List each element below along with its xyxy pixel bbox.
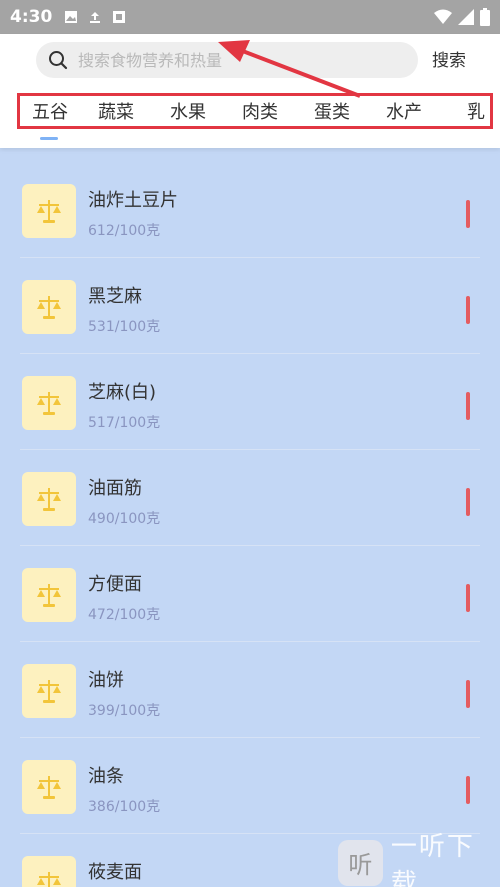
list-item[interactable]: 油炸土豆片 612/100克: [20, 162, 480, 258]
scale-icon: [22, 760, 76, 814]
tab-seafood[interactable]: 水产: [368, 98, 440, 124]
food-calories: 531/100克: [88, 319, 161, 335]
search-input[interactable]: [78, 50, 398, 70]
image-icon: [65, 11, 78, 23]
active-tab-indicator: [40, 137, 58, 140]
food-name: 油炸土豆片: [88, 190, 178, 211]
app-notification-icon: [113, 11, 126, 23]
watermark-text: 一听下载: [390, 831, 475, 887]
scale-icon: [22, 664, 76, 718]
food-name: 方便面: [88, 574, 142, 595]
food-calories: 517/100克: [88, 415, 161, 431]
tab-vegetables[interactable]: 蔬菜: [80, 98, 152, 124]
notification-icons: [64, 10, 126, 24]
food-calories: 386/100克: [88, 799, 161, 815]
calorie-bar: [466, 776, 470, 804]
tab-dairy[interactable]: 乳: [440, 98, 490, 124]
header: 搜索 五谷 蔬菜 水果 肉类 蛋类 水产 乳: [0, 34, 500, 148]
food-list: 油炸土豆片 612/100克 黑芝麻 531/100克 芝麻(白) 517/10…: [0, 162, 500, 887]
battery-icon: [480, 8, 490, 26]
scale-icon: [22, 472, 76, 526]
signal-icon: [458, 9, 474, 25]
scale-icon: [22, 376, 76, 430]
search-icon: [49, 51, 68, 70]
calorie-bar: [466, 200, 470, 228]
search-button[interactable]: 搜索: [432, 46, 466, 71]
upload-icon: [90, 12, 101, 23]
category-tabs: 五谷 蔬菜 水果 肉类 蛋类 水产 乳: [17, 93, 493, 129]
wifi-icon: [434, 9, 452, 24]
status-time: 4:30: [10, 7, 53, 27]
food-name: 黑芝麻: [88, 286, 142, 307]
status-bar: 4:30: [0, 0, 500, 34]
scale-icon: [22, 856, 76, 887]
calorie-bar: [466, 584, 470, 612]
calorie-bar: [466, 488, 470, 516]
watermark-logo: 听: [338, 839, 383, 886]
food-calories: 490/100克: [88, 511, 161, 527]
scale-icon: [22, 184, 76, 238]
list-item[interactable]: 黑芝麻 531/100克: [20, 258, 480, 354]
list-item[interactable]: 方便面 472/100克: [20, 546, 480, 642]
food-name: 芝麻(白): [88, 382, 157, 403]
calorie-bar: [466, 296, 470, 324]
calorie-bar: [466, 392, 470, 420]
food-calories: 612/100克: [88, 223, 161, 239]
calorie-bar: [466, 680, 470, 708]
watermark: 听 一听下载: [338, 832, 500, 887]
scale-icon: [22, 280, 76, 334]
search-box[interactable]: [36, 42, 418, 78]
tab-fruits[interactable]: 水果: [152, 98, 224, 124]
food-name: 油面筋: [88, 478, 142, 499]
list-item[interactable]: 油面筋 490/100克: [20, 450, 480, 546]
tab-eggs[interactable]: 蛋类: [296, 98, 368, 124]
food-name: 莜麦面: [88, 862, 142, 883]
food-calories: 472/100克: [88, 607, 161, 623]
food-name: 油条: [88, 766, 124, 787]
system-icons: [434, 8, 490, 26]
food-name: 油饼: [88, 670, 124, 691]
food-calories: 399/100克: [88, 703, 161, 719]
scale-icon: [22, 568, 76, 622]
list-item[interactable]: 油条 386/100克: [20, 738, 480, 834]
tab-grains[interactable]: 五谷: [20, 98, 80, 124]
list-item[interactable]: 油饼 399/100克: [20, 642, 480, 738]
tab-meat[interactable]: 肉类: [224, 98, 296, 124]
list-item[interactable]: 芝麻(白) 517/100克: [20, 354, 480, 450]
